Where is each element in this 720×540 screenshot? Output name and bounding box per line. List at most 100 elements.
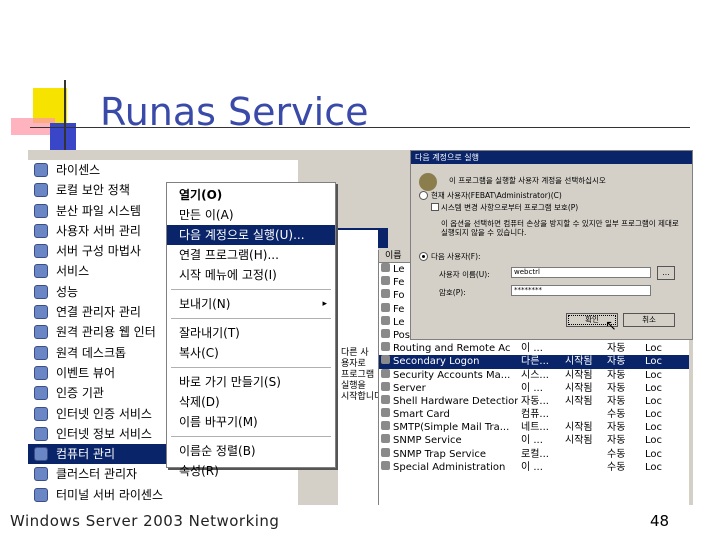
start-menu-item-label: 클러스터 관리자 bbox=[56, 467, 138, 482]
license-icon bbox=[34, 163, 48, 177]
context-menu-item[interactable]: 잘라내기(T) bbox=[167, 323, 335, 343]
context-menu-item[interactable]: 삭제(D) bbox=[167, 392, 335, 412]
radio-other-user[interactable] bbox=[419, 252, 428, 261]
context-menu-item[interactable]: 이름순 정렬(B) bbox=[167, 441, 335, 461]
start-menu-item-label: 성능 bbox=[56, 284, 79, 299]
service-logon: Loc bbox=[645, 461, 663, 473]
context-menu-item[interactable]: 복사(C) bbox=[167, 343, 335, 363]
service-gear-icon bbox=[381, 302, 390, 312]
service-row[interactable]: Routing and Remote Ac 이 ... 자동 Loc bbox=[379, 342, 689, 355]
wizard-icon bbox=[34, 244, 48, 259]
service-type: 자동 bbox=[607, 356, 626, 368]
service-name: Server bbox=[393, 382, 426, 394]
cancel-button[interactable]: 취소 bbox=[623, 313, 675, 327]
service-name: Shell Hardware Detection bbox=[393, 395, 518, 407]
context-menu-item[interactable]: 시작 메뉴에 고정(I) bbox=[167, 265, 335, 285]
service-name: Security Accounts Ma... bbox=[393, 369, 511, 381]
context-menu-item-label: 보내기(N) bbox=[179, 297, 231, 311]
start-menu-item-label: 인터넷 인증 서비스 bbox=[56, 406, 152, 421]
service-name: Special Administration bbox=[393, 461, 506, 473]
start-menu-item[interactable]: 터미널 서버 라이센스 bbox=[28, 485, 298, 505]
start-menu-item-label: 라이센스 bbox=[56, 163, 101, 177]
radio-current-user[interactable] bbox=[419, 191, 428, 200]
context-menu-item-label: 다음 계정으로 실행(U)... bbox=[179, 228, 305, 242]
password-input[interactable]: ******** bbox=[511, 285, 651, 296]
service-row[interactable]: SNMP Service 이 ... 시작됨 자동 Loc bbox=[379, 434, 689, 447]
service-type: 자동 bbox=[607, 395, 626, 407]
context-menu-item[interactable]: 보내기(N) ▸ bbox=[167, 294, 335, 314]
start-menu-item-label: 터미널 서버 라이센스 bbox=[56, 487, 163, 502]
protect-description: 이 옵션을 선택하면 컴퓨터 손상을 방지할 수 있지만 일부 프로그램이 제대… bbox=[441, 219, 679, 237]
context-menu-item[interactable]: 속성(R) bbox=[167, 461, 335, 481]
slide-title: Runas Service bbox=[100, 90, 369, 134]
context-menu-item[interactable]: 다음 계정으로 실행(U)... bbox=[167, 225, 335, 245]
context-menu-item[interactable]: 열기(O) bbox=[167, 185, 335, 205]
context-menu-item[interactable]: 이름 바꾸기(M) bbox=[167, 412, 335, 432]
dfs-icon bbox=[34, 203, 48, 218]
service-row[interactable]: SNMP Trap Service 로컬... 수동 Loc bbox=[379, 447, 689, 461]
service-row[interactable]: Special Administration 이 ... 수동 Loc bbox=[379, 460, 689, 474]
event-viewer-icon bbox=[34, 365, 48, 380]
start-menu-item-label: 이벤트 뷰어 bbox=[56, 365, 116, 380]
service-desc: 이 ... bbox=[521, 382, 543, 394]
context-menu-item-label: 열기(O) bbox=[179, 188, 223, 202]
username-input[interactable]: webctrl bbox=[511, 267, 651, 278]
service-row[interactable]: Smart Card 컴퓨... 수동 Loc bbox=[379, 408, 689, 421]
service-name: SNMP Service bbox=[393, 435, 462, 447]
service-description-text: 다른 사 용자로 프로그램 실행을 시작합니다 bbox=[341, 348, 382, 403]
dialog-question: 이 프로그램을 실행할 사용자 계정을 선택하십시오 bbox=[449, 176, 606, 185]
service-gear-icon bbox=[381, 276, 390, 286]
certificate-authority-icon bbox=[34, 386, 48, 401]
service-row[interactable]: Secondary Logon 다른... 시작됨 자동 Loc bbox=[379, 355, 689, 369]
start-menu-item-label: 원격 관리용 웹 인터 bbox=[56, 325, 156, 340]
security-policy-icon bbox=[34, 183, 48, 198]
service-gear-icon bbox=[381, 368, 390, 378]
browse-button[interactable]: ... bbox=[657, 266, 675, 280]
service-name: Secondary Logon bbox=[393, 356, 480, 368]
menu-separator bbox=[171, 367, 331, 368]
service-desc: 컴퓨... bbox=[521, 409, 549, 421]
service-gear-icon bbox=[381, 289, 390, 299]
service-row[interactable]: Server 이 ... 시작됨 자동 Loc bbox=[379, 381, 689, 395]
service-desc: 시스... bbox=[521, 369, 549, 381]
radio-current-user-label: 현재 사용자(FEBAT\Administrator)(C) bbox=[431, 191, 562, 200]
context-menu-item-label: 시작 메뉴에 고정(I) bbox=[179, 268, 277, 282]
protect-checkbox[interactable] bbox=[431, 203, 439, 211]
service-status: 시작됨 bbox=[565, 369, 593, 381]
service-status: 시작됨 bbox=[565, 395, 593, 407]
start-menu-item-label: 원격 데스크톱 bbox=[56, 345, 127, 360]
description-line: 시작합니다 bbox=[341, 392, 383, 402]
service-logon: Loc bbox=[645, 343, 663, 355]
start-menu-item-label: 분산 파일 시스템 bbox=[56, 203, 141, 218]
service-desc: 이 ... bbox=[521, 343, 543, 355]
service-gear-icon bbox=[381, 394, 390, 404]
service-row[interactable]: Shell Hardware Detection 자동... 시작됨 자동 Loc bbox=[379, 394, 689, 408]
service-type: 자동 bbox=[607, 435, 626, 447]
service-name: SNMP Trap Service bbox=[393, 448, 487, 460]
menu-separator bbox=[171, 436, 331, 437]
service-status: 시작됨 bbox=[565, 435, 593, 447]
service-desc: 로컬... bbox=[521, 448, 549, 460]
page-number: 48 bbox=[650, 512, 670, 530]
mouse-cursor-icon: ↖ bbox=[605, 318, 617, 334]
protect-checkbox-label: 시스템 변경 사항으로부터 프로그램 보호(P) bbox=[441, 203, 579, 212]
service-type: 자동 bbox=[607, 369, 626, 381]
service-logon: Loc bbox=[645, 369, 663, 381]
service-row[interactable]: SMTP(Simple Mail Tra... 네트... 시작됨 자동 Loc bbox=[379, 421, 689, 434]
context-menu-item[interactable]: 연결 프로그램(H)... bbox=[167, 245, 335, 265]
dialog-title: 다음 계정으로 실행 bbox=[411, 151, 692, 164]
start-menu-item[interactable]: 라이센스 bbox=[28, 160, 298, 180]
connection-manager-icon bbox=[34, 305, 48, 320]
context-menu-item-label: 속성(R) bbox=[179, 464, 219, 478]
service-row[interactable]: Security Accounts Ma... 시스... 시작됨 자동 Loc bbox=[379, 368, 689, 382]
service-name: SMTP(Simple Mail Tra... bbox=[393, 422, 510, 434]
start-menu-item-label: 인터넷 정보 서비스 bbox=[56, 426, 152, 441]
context-menu-item[interactable]: 바로 가기 만들기(S) bbox=[167, 372, 335, 392]
start-menu-item-label: 서비스 bbox=[56, 264, 90, 279]
service-gear-icon bbox=[381, 355, 390, 365]
service-type: 수동 bbox=[607, 461, 626, 473]
context-menu-item-label: 바로 가기 만들기(S) bbox=[179, 375, 281, 389]
service-type: 자동 bbox=[607, 422, 626, 434]
context-menu-item[interactable]: 만든 이(A) bbox=[167, 205, 335, 225]
service-name: Routing and Remote Ac bbox=[393, 343, 511, 355]
